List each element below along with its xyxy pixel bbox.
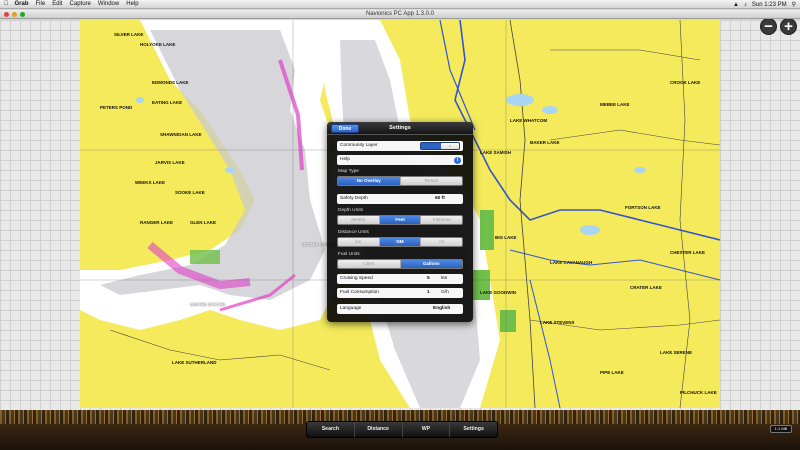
close-window-icon[interactable] [4,12,9,17]
toolbar-distance-button[interactable]: Distance [355,422,403,437]
menu-bar:  Grab File Edit Capture Window Help ▲ ♪… [0,0,800,9]
map-label: LAKE SUTHERLAND [172,360,217,365]
help-label: Help [340,157,350,162]
window-titlebar: Navionics PC App 1.3.0.0 [0,10,800,19]
depth-units-option-fathoms[interactable]: Fathoms [421,216,462,224]
cruising-speed-unit: kts [441,276,448,281]
map-type-selector[interactable]: No Overlay Terrain [337,176,463,186]
fuel-units-label: Fuel Units [338,252,360,257]
minimize-window-icon[interactable] [12,12,17,17]
depth-units-option-meters[interactable]: Meters [338,216,380,224]
language-value: English [433,306,451,311]
depth-units-label: Depth Units [338,208,364,213]
depth-units-option-feet[interactable]: Feet [379,216,422,224]
window-controls [4,12,25,17]
distance-units-option-nm[interactable]: NM [379,238,422,246]
map-label: PIPE LAKE [600,370,624,375]
community-layer-label: Community Layer [340,143,378,148]
safety-depth-label: Safety Depth [340,196,368,201]
zoom-in-button[interactable]: + [780,18,797,35]
info-icon[interactable]: i [454,156,461,164]
distance-units-label: Distance Units [338,230,369,235]
map-label: CHESTER LAKE [670,250,706,255]
menu-file[interactable]: File [36,1,46,7]
menu-help[interactable]: Help [126,1,138,7]
depth-units-selector[interactable]: Meters Feet Fathoms [337,215,463,225]
safety-depth-row[interactable]: Safety Depth 60 ft [337,194,463,204]
map-label: BIG LAKE [495,235,517,240]
toolbar-settings-button[interactable]: Settings [450,422,497,437]
map-label: MEBEE LAKE [600,102,630,107]
language-label: Language [340,306,362,311]
map-label: LAKE CAVANAUGH [550,260,593,265]
map-label: LAKE GOODWIN [480,290,516,295]
map-label: CRATER LAKE [630,285,662,290]
distance-units-option-mi[interactable]: mi [421,238,462,246]
map-label: WEEKS LAKE [135,180,166,185]
map-label: LAKE STEVENS [540,320,575,325]
help-row[interactable]: Help i [337,155,463,165]
map-label: SOOKE LAKE [175,190,205,195]
safety-depth-value: 60 ft [435,196,445,201]
language-row[interactable]: Language English [337,304,463,314]
cruising-speed-label: Cruising Speed [340,276,373,281]
distance-units-option-km[interactable]: km [338,238,380,246]
map-label: SHAWNIGAN LAKE [160,132,202,137]
dock-badge: 1:1 MB [770,425,792,433]
map-label: EATING LAKE [152,100,183,105]
toggle-knob: I [441,143,459,149]
fuel-units-option-gallons[interactable]: Gallons [400,260,462,268]
zoom-out-button[interactable]: − [760,18,777,35]
fuel-consumption-unit: G/h [441,290,449,295]
map-label: EDMONDS LAKE [152,80,189,85]
settings-panel: Done Settings Community Layer I Help i M… [327,122,473,322]
menu-clock[interactable]: Sun 1:23 PM [752,2,787,8]
spotlight-icon[interactable]: ⚲ [792,1,796,8]
menu-status-area: ▲ ♪ Sun 1:23 PM ⚲ [733,0,796,9]
fuel-units-selector[interactable]: Liters Gallons [337,259,463,269]
map-label: PILCHUCK LAKE [680,390,717,395]
map-label: GLEN LAKE [190,220,217,225]
map-label: BAKER LAKE [530,140,560,145]
map-label: UNITED STATES [190,302,226,307]
map-label: FORTSON LAKE [625,205,661,210]
distance-units-selector[interactable]: km NM mi [337,237,463,247]
menu-app-name[interactable]: Grab [15,1,29,7]
toolbar-wp-button[interactable]: WP [403,422,451,437]
cruising-speed-value: 5 [427,276,430,281]
map-type-option-terrain[interactable]: Terrain [400,177,462,185]
map-label: LAKE SERENE [660,350,693,355]
fuel-consumption-label: Fuel Consumption [340,290,379,295]
volume-icon[interactable]: ♪ [744,2,747,8]
map-label: SILVER LAKE [114,32,144,37]
settings-header: Done Settings [327,122,473,135]
wifi-icon[interactable]: ▲ [733,2,739,8]
map-type-option-no-overlay[interactable]: No Overlay [338,177,401,185]
map-label: HOLYOKE LAKE [140,42,176,47]
zoom-window-icon[interactable] [20,12,25,17]
map-label: RANGER LAKE [140,220,174,225]
apple-icon[interactable]:  [4,1,9,7]
map-type-label: Map Type [338,169,359,174]
map-label: JARVIS LAKE [155,160,185,165]
toolbar-search-button[interactable]: Search [307,422,355,437]
settings-title: Settings [389,125,411,131]
cruising-speed-row[interactable]: Cruising Speed 5 kts [337,274,463,284]
menu-capture[interactable]: Capture [70,1,91,7]
community-layer-row[interactable]: Community Layer I [337,141,463,151]
map-label: PETERS POND [100,105,133,110]
fuel-units-option-liters[interactable]: Liters [338,260,401,268]
map-label: LAKE WHATCOM [510,118,548,123]
community-layer-toggle[interactable]: I [420,142,460,150]
fuel-consumption-row[interactable]: Fuel Consumption 1 G/h [337,288,463,298]
window-title: Navionics PC App 1.3.0.0 [365,11,435,17]
menu-edit[interactable]: Edit [52,1,62,7]
bottom-toolbar: Search Distance WP Settings [306,421,498,438]
fuel-consumption-value: 1 [427,290,430,295]
map-label: CROOK LAKE [670,80,701,85]
map-label: LAKE SAMISH [480,150,512,155]
menu-window[interactable]: Window [98,1,119,7]
